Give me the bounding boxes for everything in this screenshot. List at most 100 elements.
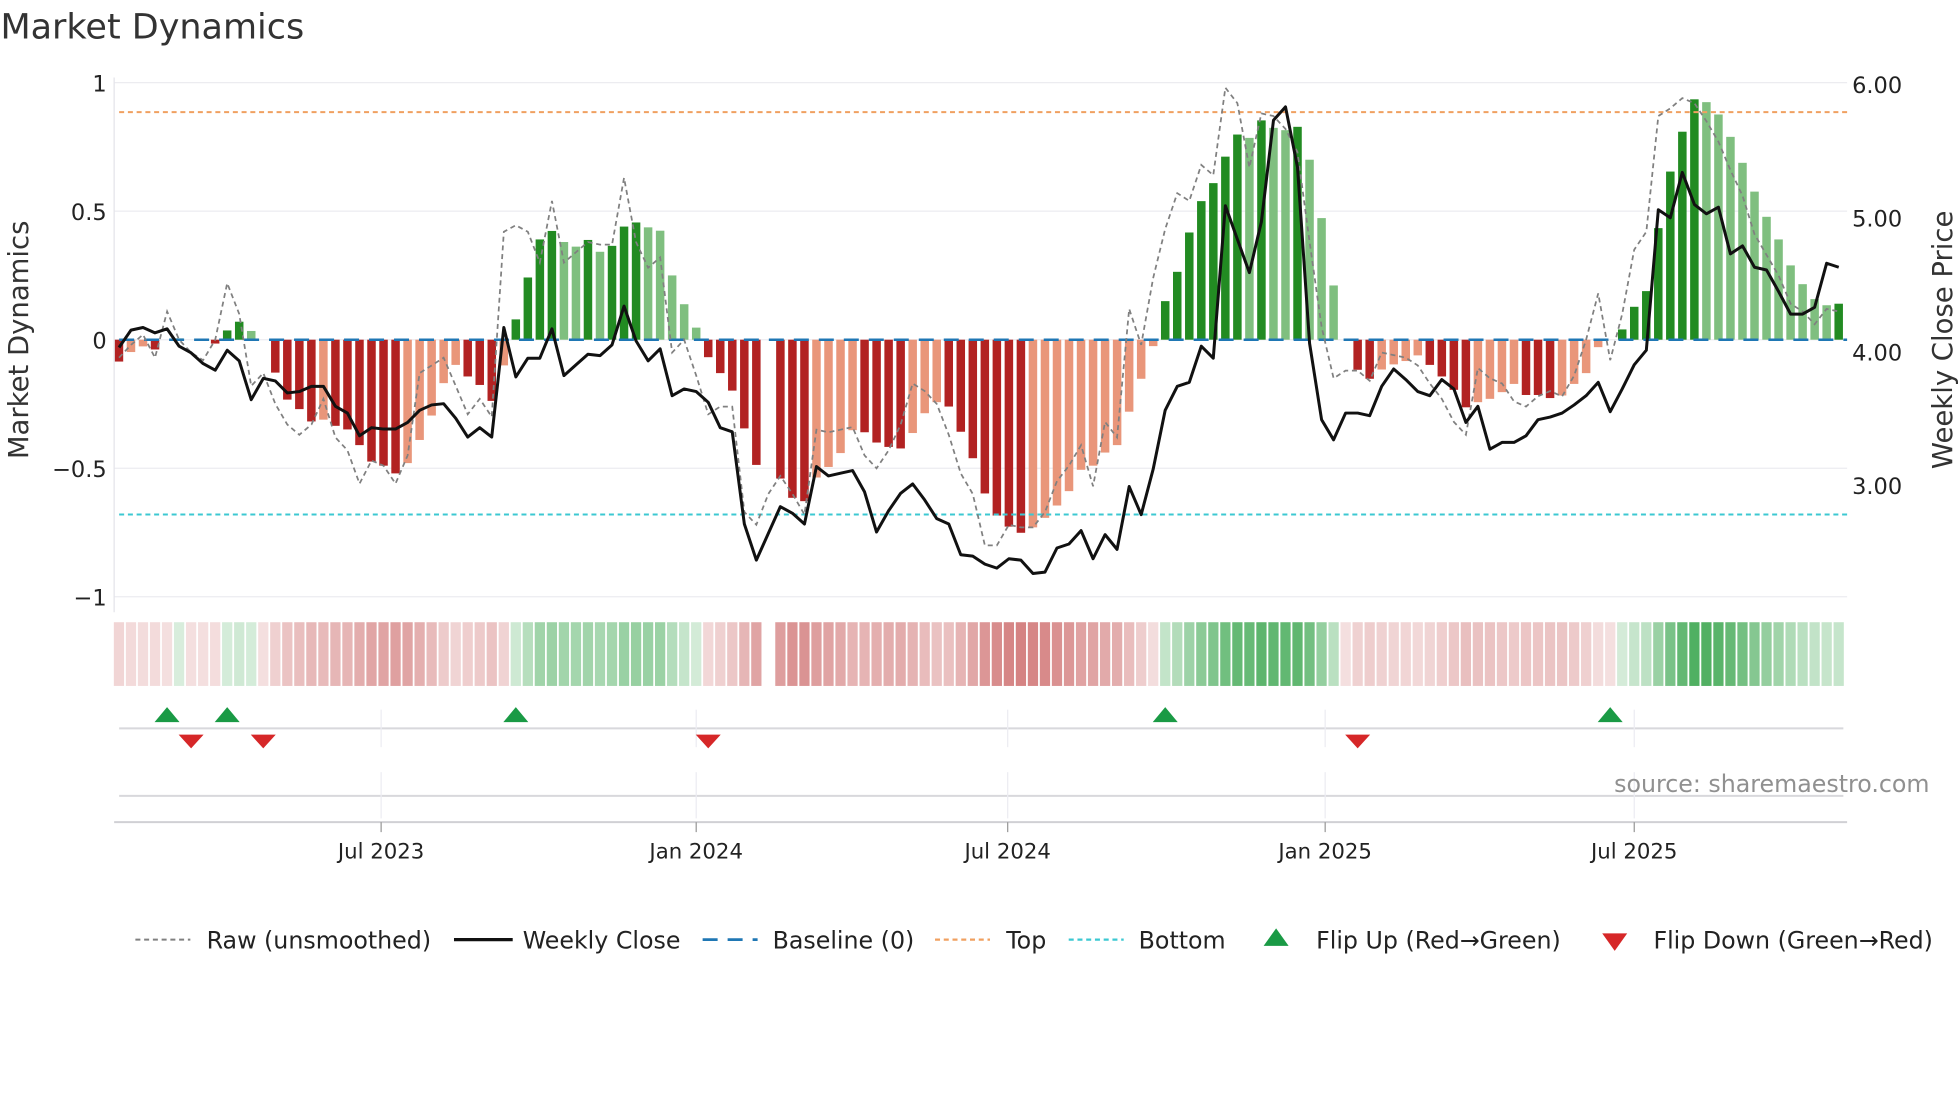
regime-strip-cell xyxy=(390,622,401,686)
regime-strip-cell xyxy=(558,622,570,686)
regime-strip-cell xyxy=(1412,622,1423,686)
regime-strip-cell xyxy=(1304,622,1315,686)
regime-strip-cell xyxy=(1328,622,1339,686)
flip-down-marker xyxy=(695,734,721,749)
regime-strip-cell xyxy=(1496,622,1508,686)
dynamics-bar xyxy=(403,339,412,464)
dynamics-bar xyxy=(643,227,653,340)
dynamics-bar xyxy=(1317,218,1326,340)
regime-strip-cell xyxy=(1436,622,1447,686)
y-tick-label: −0.5 xyxy=(52,457,107,483)
dynamics-bar xyxy=(1545,339,1555,399)
dynamics-bar xyxy=(307,339,316,422)
regime-strip-cell xyxy=(1520,622,1532,686)
dynamics-bar xyxy=(1389,339,1398,365)
dynamics-bar xyxy=(836,339,845,454)
x-tick-label: Jul 2025 xyxy=(1589,839,1677,864)
regime-strip-cell xyxy=(282,622,293,686)
regime-strip-cell xyxy=(1099,622,1111,686)
dynamics-bar xyxy=(848,339,857,431)
regime-strip-cell xyxy=(1160,622,1171,686)
regime-strip-cell xyxy=(1268,622,1279,686)
dynamics-bar xyxy=(1581,339,1591,374)
regime-strip-cell xyxy=(1316,622,1327,686)
legend: Raw (unsmoothed) Weekly Close Baseline (… xyxy=(135,926,1933,954)
legend-item-bottom: Bottom xyxy=(1068,926,1226,954)
y-tick-label: −1 xyxy=(74,586,107,612)
regime-strip-cell xyxy=(1773,622,1784,686)
y2-tick-label: 5.00 xyxy=(1852,207,1902,233)
regime-strip-cell xyxy=(1472,622,1484,686)
dynamics-bar xyxy=(1437,339,1447,377)
regime-strip-cell xyxy=(703,622,714,686)
regime-strip-cell xyxy=(1761,622,1772,686)
dynamics-bar xyxy=(1185,232,1194,340)
regime-strip-cell xyxy=(125,622,137,686)
dynamics-bar xyxy=(776,339,785,479)
dynamics-bar xyxy=(511,319,521,340)
dynamics-bar xyxy=(631,222,641,340)
dynamics-bar xyxy=(271,339,280,373)
regime-strip-cell xyxy=(486,622,497,686)
regime-strip-cell xyxy=(919,622,930,686)
regime-strip-cell xyxy=(859,622,870,686)
dynamics-bar xyxy=(1124,339,1134,412)
dynamics-bar xyxy=(379,339,388,466)
dynamics-bar xyxy=(1377,339,1386,370)
regime-strip-cell xyxy=(1593,622,1604,686)
dynamics-bar xyxy=(944,339,954,407)
legend-item-flip-down: Flip Down (Green→Red) xyxy=(1602,926,1933,954)
raw-series-line xyxy=(118,85,1839,547)
market-dynamics-chart: Market Dynamics Market Dynamics Weekly C… xyxy=(0,8,1959,955)
regime-strip-cell xyxy=(691,622,702,686)
regime-strip-cell xyxy=(438,622,449,686)
regime-strip-cell xyxy=(847,622,858,686)
dynamics-bar xyxy=(884,339,893,447)
legend-bottom-label: Bottom xyxy=(1139,926,1226,954)
dynamics-bar xyxy=(1557,339,1567,396)
regime-strip-cell xyxy=(630,622,642,686)
regime-strip-cell xyxy=(246,622,257,686)
regime-strip-cell xyxy=(1039,622,1051,686)
dynamics-bar xyxy=(1353,339,1362,370)
dynamics-bar xyxy=(1509,339,1519,384)
regime-strip-cell xyxy=(1556,622,1568,686)
dynamics-bar xyxy=(451,339,460,365)
regime-strip-cell xyxy=(1544,622,1556,686)
dynamics-bar xyxy=(475,339,484,385)
regime-strip-cell xyxy=(1063,622,1075,686)
regime-strip-cell xyxy=(1689,622,1700,686)
regime-strip-cell xyxy=(1821,622,1832,686)
regime-strip-cell xyxy=(161,622,173,686)
regime-strip-cell xyxy=(306,622,317,686)
dynamics-bar xyxy=(1040,339,1050,518)
regime-strip-cell xyxy=(679,622,690,686)
regime-strip-cell xyxy=(1075,622,1087,686)
regime-strip-cell xyxy=(510,622,521,686)
dynamics-bar xyxy=(583,239,593,340)
dynamics-bar xyxy=(788,339,797,498)
regime-strip-cell xyxy=(979,622,990,686)
regime-strip-cell xyxy=(1797,622,1808,686)
dynamics-bar xyxy=(1449,339,1459,390)
legend-item-raw: Raw (unsmoothed) xyxy=(135,926,431,954)
regime-strip-cell xyxy=(1196,622,1207,686)
regime-strip-cell xyxy=(1340,622,1351,686)
dynamics-bar xyxy=(439,339,448,384)
regime-strip-cell xyxy=(1749,622,1760,686)
dynamics-bar xyxy=(824,339,833,467)
legend-raw-label: Raw (unsmoothed) xyxy=(207,926,431,954)
dynamics-bar xyxy=(968,339,978,459)
dynamics-bar xyxy=(1425,339,1435,365)
flip-down-triangle-icon xyxy=(1602,933,1628,951)
dynamics-bar xyxy=(619,226,629,340)
y2-axis-label: Weekly Close Price xyxy=(1927,211,1959,469)
regime-strip-cell xyxy=(426,622,437,686)
dynamics-bar xyxy=(691,327,701,340)
regime-strip-cell xyxy=(450,622,461,686)
regime-strip-cell xyxy=(943,622,954,686)
regime-strip-cell xyxy=(173,622,185,686)
regime-strip-cell xyxy=(1364,622,1375,686)
dynamics-bar xyxy=(1004,339,1014,527)
regime-strip-cell xyxy=(1484,622,1496,686)
